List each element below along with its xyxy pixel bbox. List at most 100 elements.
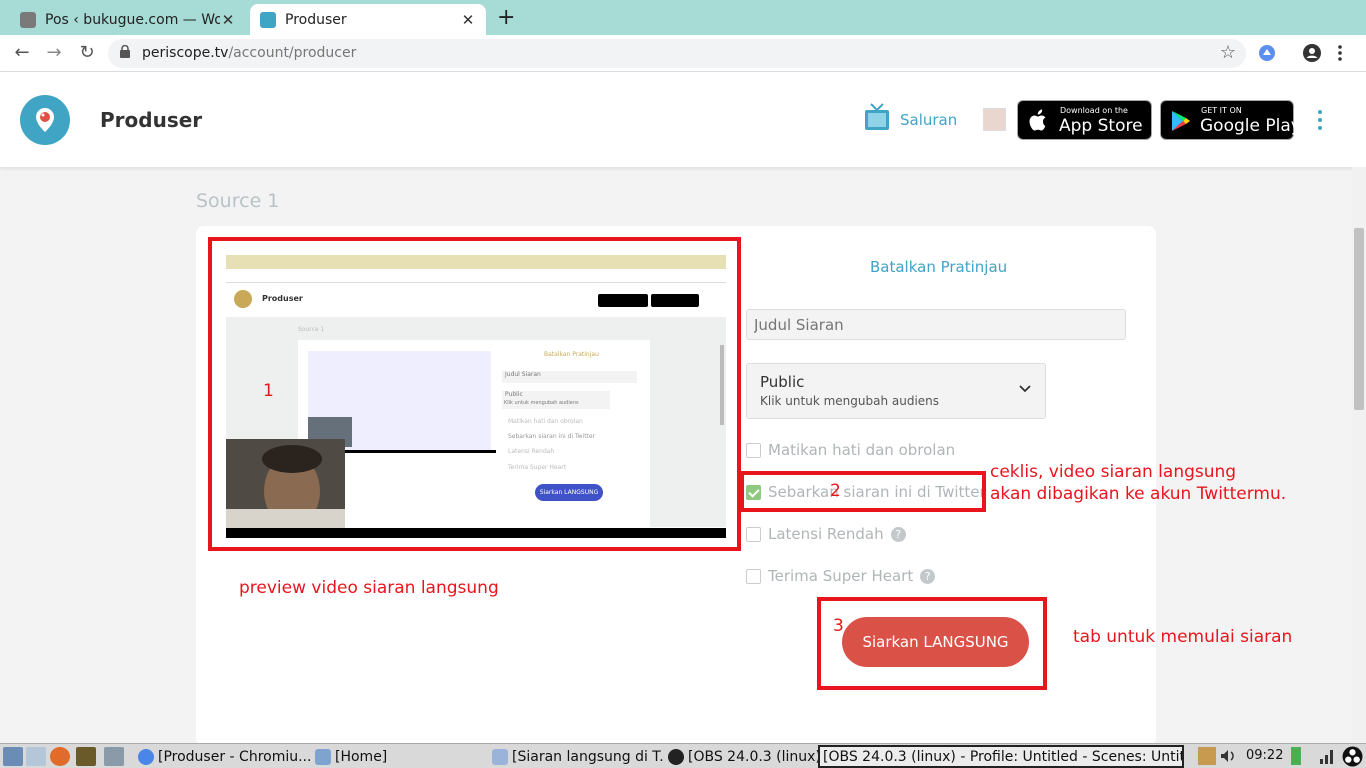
show-desktop-icon[interactable] [3,747,23,766]
checkbox-super-heart[interactable] [746,568,761,584]
audience-selector[interactable]: Public Klik untuk mengubah audiens [746,363,1046,419]
task-obs-1[interactable]: [OBS 24.0.3 (linux) - [665,745,818,768]
option-label: Terima Super Heart [768,567,914,585]
annotation-number-2: 2 [830,481,841,501]
preview-scrollbar [720,345,724,425]
site-header: Produser Saluran Download on the App Sto… [0,72,1366,167]
site-menu-icon[interactable] [1318,110,1324,134]
preview-bottom-bar [226,528,726,538]
task-obs-2[interactable]: [OBS 24.0.3 (linux) - Profile: Untitled … [818,745,1184,768]
help-icon[interactable]: ? [920,568,936,584]
preview-judul-text: Judul Siaran [502,371,637,383]
lock-icon [120,45,130,58]
preview-title: Produser [262,294,303,303]
preview-opt1: Matikan hati dan obrolan [508,418,583,425]
periscope-favicon-icon [260,11,276,28]
annotation-number-3: 3 [833,616,844,636]
preview-opt3: Latensi Rendah [508,448,555,455]
option-label: Latensi Rendah [768,525,884,543]
task-label: [OBS 24.0.3 (linux) - [688,748,818,765]
checkbox-low-latency[interactable] [746,526,761,542]
tab-title: Pos ‹ bukugue.com — Wo [45,11,220,28]
start-broadcast-button[interactable]: Siarkan LANGSUNG [842,617,1029,667]
system-taskbar: [Produser - Chromiu... [Home] [Siaran la… [0,743,1366,768]
battery-icon[interactable] [1291,747,1301,765]
forward-icon[interactable]: → [43,42,65,63]
preview-black-bar [344,450,496,453]
task-siaran[interactable]: [Siaran langsung di T... [489,745,664,768]
firefox-icon[interactable] [50,747,70,766]
preview-webcam-face [226,439,345,528]
app-store-small-text: Download on the [1060,106,1128,115]
help-icon[interactable]: ? [890,526,906,542]
channels-link[interactable]: Saluran [900,111,957,129]
bookmark-star-icon[interactable]: ☆ [1220,42,1236,63]
broadcast-title-input[interactable] [746,309,1126,340]
chromium-icon [138,748,154,765]
profile-icon[interactable] [1302,43,1322,63]
signal-icon[interactable] [1318,747,1336,765]
periscope-logo-icon[interactable] [20,95,70,145]
app-store-big-text: App Store [1059,116,1143,136]
chevron-down-icon [1019,385,1031,393]
task-home[interactable]: [Home] [312,745,487,768]
video-preview: Produser Source 1 Batalkan Pratinjau Jud… [226,255,726,538]
close-tab-icon[interactable]: ✕ [220,11,236,29]
page-scrollbar-thumb[interactable] [1354,228,1364,410]
browser-menu-icon[interactable] [1330,43,1350,63]
browser-toolbar: ← → ↻ periscope.tv/account/producer ☆ [0,35,1366,72]
preview-opt2: Sebarkan siaran ini di Twitter [508,433,596,440]
source-label: Source 1 [196,190,280,212]
annotation-twitter-note-2: akan dibagikan ke akun Twittermu. [990,484,1287,504]
annotation-preview-note: preview video siaran langsung [239,578,499,598]
preview-toolbar [226,269,726,283]
google-play-button[interactable]: GET IT ON Google Play [1160,100,1301,140]
task-label: [OBS 24.0.3 (linux) - Profile: Untitled … [823,748,1184,765]
checkbox-mute-hearts-chat[interactable] [746,442,761,458]
task-label: [Siaran langsung di T... [512,748,664,765]
page-title: Produser [100,108,203,132]
url-text: periscope.tv/account/producer [142,45,357,61]
option-mute-hearts-chat[interactable]: Matikan hati dan obrolan [746,441,955,459]
preview-public-hint: Klik untuk mengubah audiens [504,400,579,406]
folder-icon [315,748,331,765]
audience-value: Public [760,373,805,391]
browser-tab-strip: Pos ‹ bukugue.com — Wo ✕ Produser ✕ + [0,0,1366,35]
task-label: [Produser - Chromiu... [158,748,312,765]
preview-tabstrip [226,255,726,269]
extension-icon[interactable] [1257,43,1277,63]
audience-hint: Klik untuk mengubah audiens [760,394,940,408]
address-bar[interactable]: periscope.tv/account/producer ☆ [108,39,1246,68]
tray-app-icon[interactable] [1198,747,1216,765]
gimp-icon[interactable] [76,747,96,766]
browser-tab-pos[interactable]: Pos ‹ bukugue.com — Wo ✕ [10,4,246,35]
preview-google-play-badge [651,294,699,307]
terminal-icon[interactable] [104,747,124,766]
volume-icon[interactable] [1219,747,1237,765]
obs-tray-icon[interactable] [1342,746,1363,767]
close-tab-icon[interactable]: ✕ [460,11,476,29]
google-play-big-text: Google Play [1200,116,1301,136]
browser-tab-produser[interactable]: Produser ✕ [250,4,486,35]
app-store-button[interactable]: Download on the App Store [1017,100,1152,140]
preview-start-button: Siarkan LANGSUNG [535,484,603,501]
app-icon [492,748,508,765]
option-super-heart[interactable]: Terima Super Heart ? [746,567,936,585]
google-play-icon [1172,111,1190,131]
back-icon[interactable]: ← [11,42,33,63]
new-tab-icon[interactable]: + [497,5,515,30]
cancel-preview-link[interactable]: Batalkan Pratinjau [870,258,1007,276]
tv-channels-icon[interactable] [865,102,889,130]
clock[interactable]: 09:22 [1246,748,1283,763]
reload-icon[interactable]: ↻ [76,42,98,63]
file-manager-icon[interactable] [26,747,46,766]
obs-icon [668,748,684,765]
avatar[interactable] [983,108,1006,131]
preview-app-store-badge [598,294,648,307]
tab-title: Produser [285,11,347,28]
preview-header: Produser [226,283,726,317]
annotation-twitter-note-1: ceklis, video siaran langsung [990,462,1237,482]
option-low-latency[interactable]: Latensi Rendah ? [746,525,906,543]
task-chromium[interactable]: [Produser - Chromiu... [135,745,312,768]
apple-icon [1029,109,1046,131]
